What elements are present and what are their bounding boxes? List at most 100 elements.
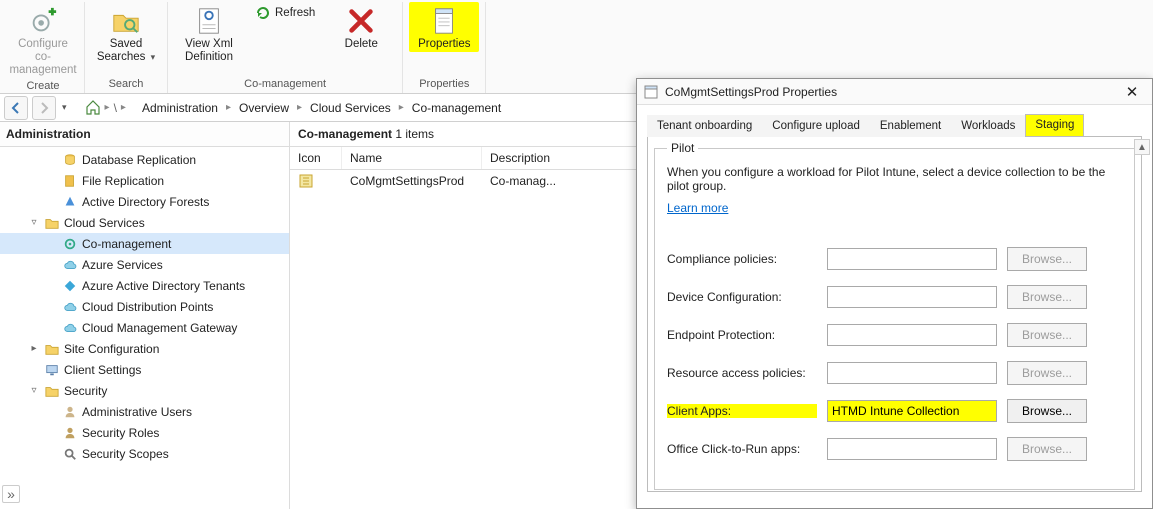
pilot-browse-resource[interactable]: Browse... (1007, 361, 1087, 385)
ribbon-button-label: SavedSearches ▾ (97, 38, 155, 64)
dialog-tab-page-staging: Pilot When you configure a workload for … (647, 137, 1142, 492)
tree-item[interactable]: Administrative Users (0, 401, 289, 422)
cloud-icon (62, 257, 78, 273)
tab-workloads[interactable]: Workloads (951, 115, 1025, 137)
tabpage-scroll-up-button[interactable]: ▲ (1134, 139, 1150, 155)
search-folder-icon (110, 5, 142, 37)
dialog-icon (643, 84, 659, 100)
tree-item[interactable]: File Replication (0, 170, 289, 191)
breadcrumb-item[interactable]: Administration (138, 99, 222, 117)
content-list-count: 1 items (395, 127, 434, 141)
pilot-row-clientapps: Client Apps: Browse... (667, 399, 1124, 423)
tree-item-label: Security Scopes (82, 447, 169, 461)
refresh-button[interactable]: Refresh (250, 2, 320, 24)
tree-item[interactable]: Cloud Management Gateway (0, 317, 289, 338)
xml-icon (193, 5, 225, 37)
tree-item[interactable]: Security Roles (0, 422, 289, 443)
tree-item[interactable]: Active Directory Forests (0, 191, 289, 212)
pilot-input-endpoint[interactable] (827, 324, 997, 346)
comgmt-icon (62, 236, 78, 252)
pilot-row-office: Office Click-to-Run apps:Browse... (667, 437, 1124, 461)
tree-toggle-icon[interactable]: ▿ (28, 217, 40, 228)
pilot-input-resource[interactable] (827, 362, 997, 384)
ribbon-group: Configure co-managementCreate (2, 2, 85, 93)
tree-item[interactable]: Azure Active Directory Tenants (0, 275, 289, 296)
pilot-input-clientapps[interactable] (827, 400, 997, 422)
ribbon-group-label: Co-management (174, 76, 396, 93)
pilot-input-deviceconfig[interactable] (827, 286, 997, 308)
pilot-browse-deviceconfig[interactable]: Browse... (1007, 285, 1087, 309)
column-header-icon[interactable]: Icon (290, 147, 342, 169)
pilot-row-resource: Resource access policies: Browse... (667, 361, 1124, 385)
dialog-titlebar[interactable]: CoMgmtSettingsProd Properties ✕ (637, 79, 1152, 105)
learn-more-link[interactable]: Learn more (667, 201, 728, 215)
tree-item[interactable]: Security Scopes (0, 443, 289, 464)
refresh-icon (255, 5, 271, 21)
properties-button[interactable]: Properties (409, 2, 479, 52)
view-xml-definition-button[interactable]: View XmlDefinition (174, 2, 244, 65)
tree-item[interactable]: Client Settings (0, 359, 289, 380)
tree-toggle-icon[interactable]: ▸ (28, 343, 40, 354)
tree-item[interactable]: ▿Cloud Services (0, 212, 289, 233)
tree-item[interactable]: Cloud Distribution Points (0, 296, 289, 317)
nav-history-dropdown[interactable]: ▾ (62, 102, 67, 113)
ribbon-button-label: Refresh (275, 7, 315, 20)
tree-item[interactable]: ▿Security (0, 380, 289, 401)
tab-staging[interactable]: Staging (1025, 114, 1084, 137)
configure-comanagement-button[interactable]: Configure co-management (8, 2, 78, 78)
tree-item-label: Administrative Users (82, 405, 192, 419)
pilot-input-office[interactable] (827, 438, 997, 460)
pilot-label-deviceconfig: Device Configuration: (667, 290, 817, 304)
ribbon-button-label: Configure co-management (9, 38, 77, 77)
dialog-tab-bar: Tenant onboardingConfigure uploadEnablem… (647, 113, 1142, 137)
chevron-right-icon: ▸ (399, 102, 404, 113)
tree-item-label: Cloud Distribution Points (82, 300, 213, 314)
tab-tenant-onboarding[interactable]: Tenant onboarding (647, 115, 762, 137)
tab-configure-upload[interactable]: Configure upload (762, 115, 870, 137)
nav-home-icon[interactable] (85, 100, 101, 116)
scope-icon (62, 446, 78, 462)
navigation-tree[interactable]: Database ReplicationFile ReplicationActi… (0, 147, 289, 509)
pilot-browse-office[interactable]: Browse... (1007, 437, 1087, 461)
folder-icon (44, 383, 60, 399)
tree-panel-header: Administration (0, 122, 289, 147)
pilot-row-compliance: Compliance policies:Browse... (667, 247, 1124, 271)
pilot-browse-endpoint[interactable]: Browse... (1007, 323, 1087, 347)
pilot-browse-compliance[interactable]: Browse... (1007, 247, 1087, 271)
pilot-label-resource: Resource access policies: (667, 366, 817, 380)
delete-button[interactable]: Delete (326, 2, 396, 52)
properties-dialog: CoMgmtSettingsProd Properties ✕ Tenant o… (636, 78, 1153, 509)
tree-item-label: Azure Services (82, 258, 163, 272)
ribbon-group: PropertiesProperties (403, 2, 486, 93)
tab-enablement[interactable]: Enablement (870, 115, 951, 137)
breadcrumb-item[interactable]: Co-management (408, 99, 505, 117)
pilot-browse-clientapps[interactable]: Browse... (1007, 399, 1087, 423)
tree-item[interactable]: ▸Site Configuration (0, 338, 289, 359)
column-header-name[interactable]: Name (342, 147, 482, 169)
tree-item-label: Client Settings (64, 363, 141, 377)
tree-item[interactable]: Database Replication (0, 149, 289, 170)
tree-expand-handle[interactable]: » (2, 485, 20, 503)
delete-x-icon (345, 5, 377, 37)
ribbon-button-label: Delete (345, 38, 378, 51)
breadcrumb-item[interactable]: Cloud Services (306, 99, 395, 117)
pilot-help-text: When you configure a workload for Pilot … (667, 165, 1124, 193)
nav-back-button[interactable] (4, 96, 28, 120)
tree-toggle-icon[interactable]: ▿ (28, 385, 40, 396)
chevron-right-icon: ▸ (121, 102, 126, 113)
tree-item-label: Security Roles (82, 426, 159, 440)
pilot-legend: Pilot (667, 141, 698, 155)
tree-item[interactable]: Co-management (0, 233, 289, 254)
tree-item[interactable]: Azure Services (0, 254, 289, 275)
navigation-tree-panel: Administration Database ReplicationFile … (0, 122, 290, 509)
tree-item-label: Cloud Management Gateway (82, 321, 237, 335)
pilot-row-deviceconfig: Device Configuration: Browse... (667, 285, 1124, 309)
pilot-input-compliance[interactable] (827, 248, 997, 270)
dialog-close-button[interactable]: ✕ (1118, 83, 1146, 101)
saved-searches-button[interactable]: SavedSearches ▾ (91, 2, 161, 65)
breadcrumb-item[interactable]: Overview (235, 99, 293, 117)
nav-forward-button[interactable] (32, 96, 56, 120)
chevron-right-icon: ▸ (105, 102, 110, 113)
pilot-label-clientapps: Client Apps: (667, 404, 817, 418)
row-name: CoMgmtSettingsProd (342, 170, 482, 192)
